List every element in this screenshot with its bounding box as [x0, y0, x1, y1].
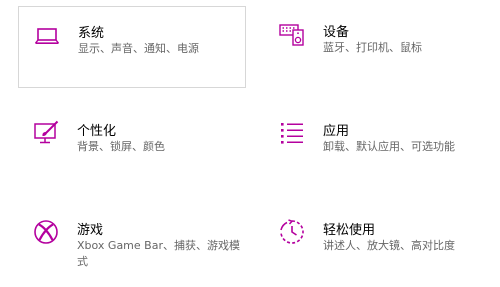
- settings-tile-gaming[interactable]: 游戏 Xbox Game Bar、捕获、游戏模式: [18, 204, 246, 286]
- devices-icon: [278, 20, 306, 48]
- tile-title: 设备: [323, 25, 350, 40]
- apps-list-icon: [278, 119, 306, 147]
- tile-description: Xbox Game Bar、捕获、游戏模式: [77, 239, 240, 268]
- settings-tile-apps[interactable]: 应用 卸载、默认应用、可选功能: [264, 105, 492, 187]
- ease-of-access-icon: [278, 218, 306, 246]
- laptop-icon: [33, 21, 61, 49]
- tile-title: 应用: [323, 124, 350, 139]
- tile-description: 蓝牙、打印机、鼠标: [323, 41, 422, 54]
- settings-tile-system[interactable]: 系统 显示、声音、通知、电源: [18, 6, 246, 88]
- settings-tile-ease-of-access[interactable]: 轻松使用 讲述人、放大镜、高对比度: [264, 204, 492, 286]
- personalization-icon: [32, 119, 60, 147]
- tile-description: 显示、声音、通知、电源: [78, 42, 199, 55]
- tile-title: 个性化: [77, 124, 117, 139]
- xbox-icon: [32, 218, 60, 246]
- tile-title: 轻松使用: [323, 223, 376, 238]
- tile-description: 卸载、默认应用、可选功能: [323, 140, 455, 153]
- tile-description: 讲述人、放大镜、高对比度: [323, 239, 455, 252]
- tile-title: 游戏: [77, 223, 104, 238]
- tile-description: 背景、锁屏、颜色: [77, 140, 165, 153]
- tile-title: 系统: [78, 26, 105, 41]
- settings-tile-personalization[interactable]: 个性化 背景、锁屏、颜色: [18, 105, 246, 187]
- settings-tile-devices[interactable]: 设备 蓝牙、打印机、鼠标: [264, 6, 492, 88]
